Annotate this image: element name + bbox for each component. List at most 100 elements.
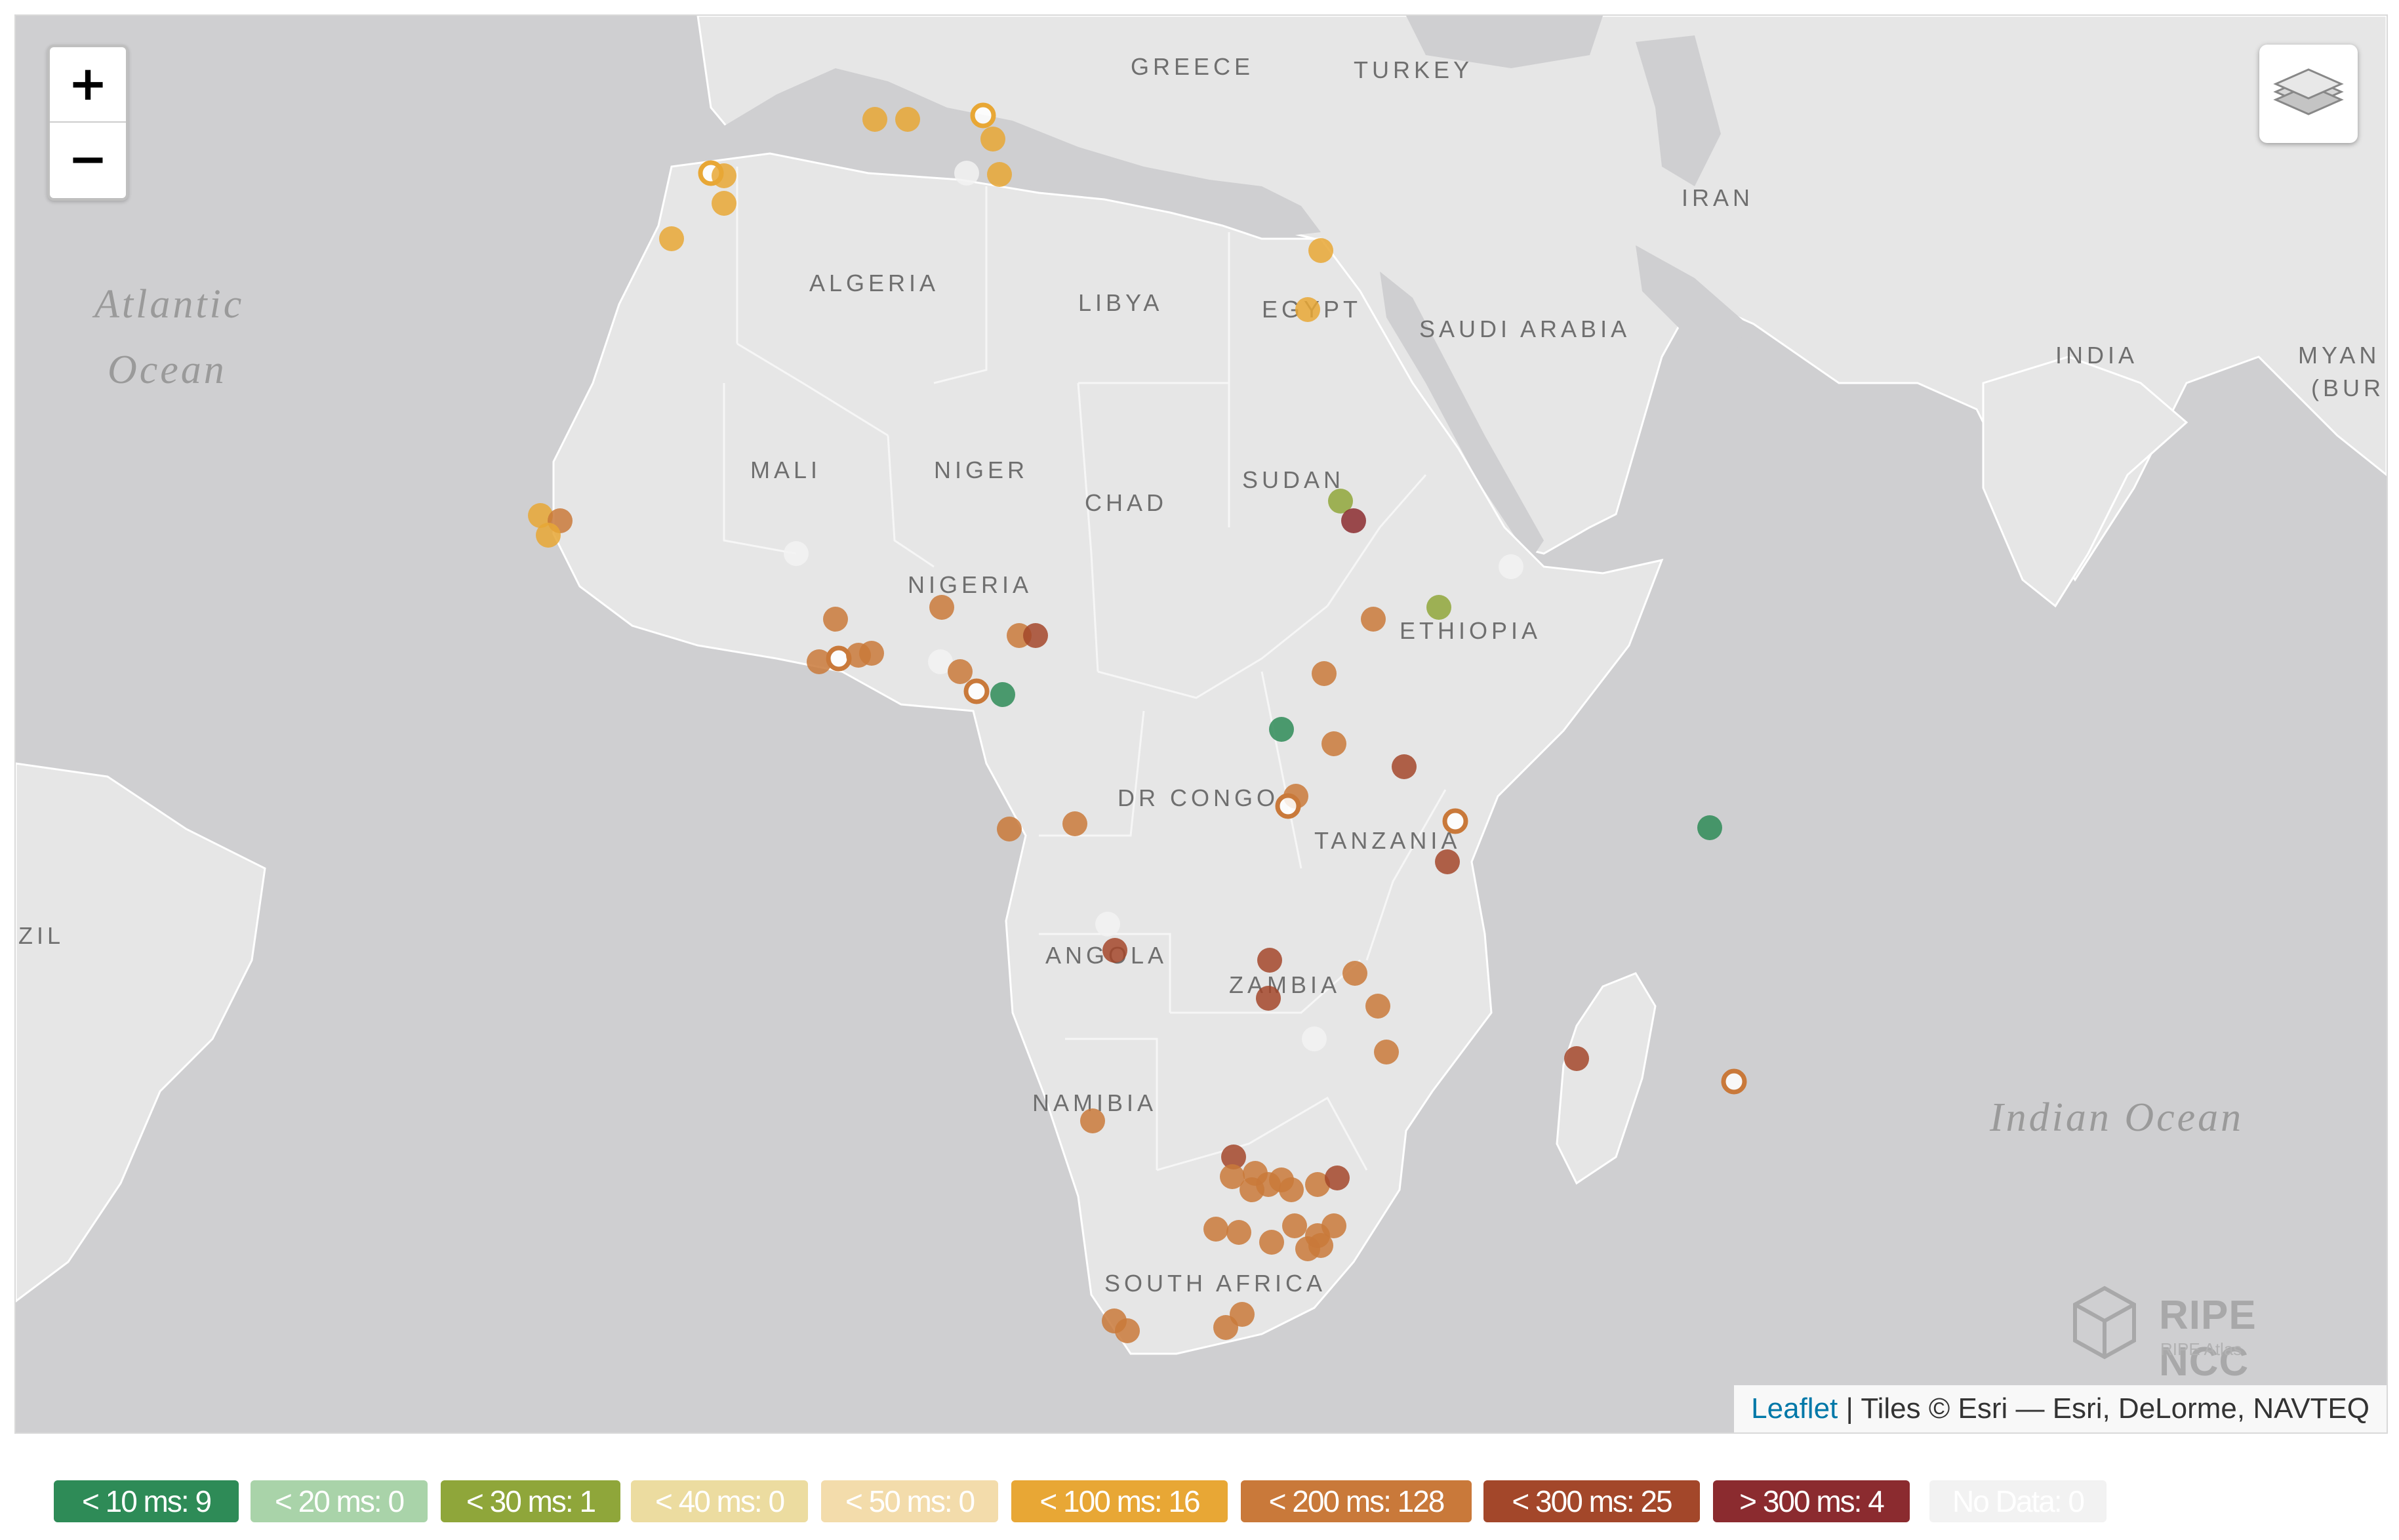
probe-marker[interactable] — [1365, 994, 1390, 1019]
probe-marker[interactable] — [1062, 811, 1087, 836]
probe-marker[interactable] — [1095, 912, 1120, 937]
probe-marker[interactable] — [1275, 793, 1301, 819]
country-label-mali: MALI — [750, 456, 821, 483]
probe-marker[interactable] — [1115, 1318, 1140, 1343]
probe-marker[interactable] — [1499, 554, 1523, 579]
country-label-south-africa: SOUTH AFRICA — [1104, 1270, 1326, 1297]
probe-marker[interactable] — [712, 163, 736, 188]
land-south-america — [16, 762, 266, 1303]
country-label-nigeria: NIGERIA — [908, 571, 1032, 598]
ocean-label-atlantic: Atlantic — [92, 282, 244, 327]
probe-marker[interactable] — [1295, 1236, 1320, 1261]
probe-marker[interactable] — [1308, 238, 1333, 263]
probe-marker[interactable] — [997, 817, 1022, 841]
country-label-sudan: SUDAN — [1242, 466, 1344, 493]
probe-marker[interactable] — [823, 607, 848, 632]
probe-marker[interactable] — [1721, 1068, 1747, 1095]
country-label-dr-congo: DR CONGO — [1118, 784, 1279, 811]
country-label-algeria: ALGERIA — [809, 270, 939, 296]
probe-marker[interactable] — [1282, 1213, 1307, 1238]
attribution-text: | Tiles © Esri — Esri, DeLorme, NAVTEQ — [1838, 1392, 2369, 1425]
ocean-label-indian: Indian Ocean — [1989, 1095, 2244, 1140]
probe-marker[interactable] — [1023, 623, 1048, 648]
probe-marker[interactable] — [1341, 508, 1366, 533]
country-label-myanmar-2: (BUR — [2311, 375, 2385, 401]
country-label-zambia: ZAMBIA — [1229, 971, 1341, 998]
country-label-chad: CHAD — [1085, 489, 1167, 516]
legend-item-lt300[interactable]: < 300 ms: 25 — [1483, 1480, 1700, 1522]
country-label-brazil: ZIL — [18, 922, 64, 949]
probe-marker[interactable] — [1302, 1026, 1327, 1051]
probe-marker[interactable] — [1325, 1165, 1350, 1190]
legend-item-lt30[interactable]: < 30 ms: 1 — [441, 1480, 620, 1522]
country-label-niger: NIGER — [934, 456, 1028, 483]
probe-marker[interactable] — [659, 226, 684, 251]
legend-item-lt200[interactable]: < 200 ms: 128 — [1241, 1480, 1472, 1522]
probe-marker[interactable] — [1226, 1220, 1251, 1245]
probe-marker[interactable] — [1342, 961, 1367, 986]
probe-marker[interactable] — [963, 678, 990, 704]
probe-marker[interactable] — [1269, 717, 1294, 742]
probe-marker[interactable] — [1321, 731, 1346, 756]
logo-subtitle: RIPE Atlas — [2160, 1339, 2242, 1359]
country-label-iran: IRAN — [1682, 184, 1754, 211]
probe-marker[interactable] — [895, 107, 920, 132]
probe-marker[interactable] — [1203, 1217, 1228, 1242]
probe-marker[interactable] — [954, 161, 979, 186]
legend-item-nodata[interactable]: No Data: 0 — [1929, 1480, 2107, 1522]
probe-marker[interactable] — [990, 682, 1015, 707]
probe-marker[interactable] — [1435, 849, 1460, 874]
probe-marker[interactable] — [1374, 1040, 1399, 1064]
probe-marker[interactable] — [948, 659, 973, 684]
zoom-in-button[interactable]: + — [50, 47, 126, 123]
legend-item-lt10[interactable]: < 10 ms: 9 — [54, 1480, 239, 1522]
leaflet-link[interactable]: Leaflet — [1751, 1392, 1838, 1425]
probe-marker[interactable] — [1697, 815, 1722, 840]
map-view[interactable]: Atlantic Ocean Indian Ocean GREECE TURKE… — [14, 14, 2388, 1434]
country-label-india: INDIA — [2055, 342, 2138, 369]
zoom-control: + − — [47, 45, 129, 201]
zoom-out-button[interactable]: − — [50, 123, 126, 197]
legend-item-lt100[interactable]: < 100 ms: 16 — [1011, 1480, 1228, 1522]
probe-marker[interactable] — [1256, 986, 1281, 1011]
probe-marker[interactable] — [784, 541, 809, 566]
probe-marker[interactable] — [1295, 297, 1320, 322]
probe-marker[interactable] — [1102, 938, 1127, 963]
probe-marker[interactable] — [1426, 595, 1451, 620]
legend-item-lt40[interactable]: < 40 ms: 0 — [631, 1480, 808, 1522]
probe-marker[interactable] — [1257, 948, 1282, 973]
country-label-ethiopia: ETHIOPIA — [1400, 617, 1541, 644]
probe-marker[interactable] — [980, 127, 1005, 152]
country-label-saudi-arabia: SAUDI ARABIA — [1419, 315, 1630, 342]
probe-marker[interactable] — [1240, 1177, 1264, 1202]
probe-marker[interactable] — [536, 523, 561, 548]
ocean-label-atlantic-2: Ocean — [108, 348, 227, 392]
probe-marker[interactable] — [712, 191, 736, 216]
probe-marker[interactable] — [929, 595, 954, 620]
probe-marker[interactable] — [1312, 661, 1337, 686]
cube-logo-icon — [2073, 1286, 2136, 1360]
probe-marker[interactable] — [1442, 808, 1468, 834]
legend-item-lt50[interactable]: < 50 ms: 0 — [821, 1480, 998, 1522]
country-label-tanzania: TANZANIA — [1314, 827, 1461, 854]
legend-item-lt20[interactable]: < 20 ms: 0 — [251, 1480, 428, 1522]
logo-name: RIPE NCC — [2159, 1293, 2257, 1385]
layers-icon — [2273, 68, 2344, 115]
legend-item-gt300[interactable]: > 300 ms: 4 — [1713, 1480, 1910, 1522]
probe-marker[interactable] — [987, 162, 1012, 187]
probe-marker[interactable] — [1361, 607, 1386, 632]
probe-marker[interactable] — [970, 102, 996, 129]
probe-marker[interactable] — [1564, 1046, 1589, 1071]
layers-button[interactable] — [2259, 45, 2358, 143]
probe-marker[interactable] — [826, 645, 852, 672]
probe-marker[interactable] — [859, 641, 884, 666]
country-label-libya: LIBYA — [1078, 289, 1163, 316]
probe-marker[interactable] — [1259, 1230, 1284, 1255]
map-canvas[interactable]: Atlantic Ocean Indian Ocean GREECE TURKE… — [16, 16, 2387, 1432]
probe-marker[interactable] — [1392, 754, 1417, 779]
ripe-ncc-logo: RIPE NCC RIPE Atlas — [2062, 1282, 2350, 1385]
probe-marker[interactable] — [862, 107, 887, 132]
probe-marker[interactable] — [1230, 1302, 1255, 1327]
probe-marker[interactable] — [1080, 1108, 1105, 1133]
probe-marker[interactable] — [1279, 1177, 1304, 1202]
